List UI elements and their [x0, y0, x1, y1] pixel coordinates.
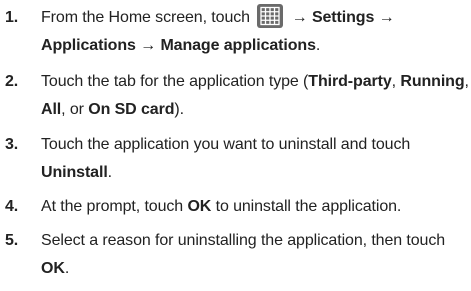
- step-text: to uninstall the application.: [211, 198, 402, 215]
- running-label: Running: [400, 73, 465, 90]
- steps-list: 1. From the Home screen, touch → Setting…: [0, 4, 471, 291]
- step-number: 4.: [5, 198, 19, 215]
- step-line: At the prompt, touch OK to uninstall the…: [41, 193, 471, 221]
- settings-label: Settings: [311, 9, 375, 26]
- step-line: From the Home screen, touch → Settings →: [41, 4, 471, 32]
- punctuation: .: [107, 164, 113, 181]
- step-text: , or: [61, 101, 89, 118]
- step-text: Touch the tab for the application type (: [41, 73, 309, 90]
- step-line: Uninstall.: [41, 159, 471, 187]
- step-line: OK.: [41, 255, 471, 283]
- applications-label: Applications: [41, 37, 136, 54]
- third-party-label: Third-party: [308, 73, 392, 90]
- step-number: 5.: [5, 232, 19, 249]
- list-item: 3. Touch the application you want to uni…: [0, 131, 471, 187]
- arrow-glyph: →: [140, 37, 157, 54]
- step-number: 1.: [5, 9, 19, 26]
- uninstall-label: Uninstall: [41, 164, 108, 181]
- list-item: 5. Select a reason for uninstalling the …: [0, 227, 471, 283]
- punctuation: ).: [174, 101, 184, 118]
- step-line: Applications → Manage applications.: [41, 32, 471, 60]
- step-text: At the prompt, touch: [41, 198, 188, 215]
- punctuation: ,: [464, 73, 469, 90]
- arrow-glyph: →: [291, 9, 308, 26]
- step-line: Touch the tab for the application type (…: [41, 68, 471, 96]
- list-item: 4. At the prompt, touch OK to uninstall …: [0, 193, 471, 221]
- step-text: From the Home screen, touch: [41, 9, 250, 26]
- list-item: 1. From the Home screen, touch → Setting…: [0, 4, 471, 60]
- step-line: Touch the application you want to uninst…: [41, 136, 411, 153]
- step-number: 2.: [5, 73, 19, 90]
- step-line: All, or On SD card).: [41, 96, 471, 124]
- punctuation: .: [64, 260, 70, 277]
- step-number: 3.: [5, 136, 19, 153]
- all-label: All: [41, 101, 62, 118]
- list-item: 2. Touch the tab for the application typ…: [0, 68, 471, 124]
- apps-grid-icon: [257, 4, 284, 28]
- on-sd-card-label: On SD card: [88, 101, 175, 118]
- punctuation: .: [315, 37, 321, 54]
- arrow-glyph: →: [378, 9, 395, 26]
- step-line: Select a reason for uninstalling the app…: [41, 232, 446, 249]
- manage-applications-label: Manage applications: [160, 37, 316, 54]
- ok-label: OK: [187, 198, 212, 215]
- ok-label: OK: [41, 260, 65, 277]
- instruction-page: 1. From the Home screen, touch → Setting…: [0, 0, 471, 291]
